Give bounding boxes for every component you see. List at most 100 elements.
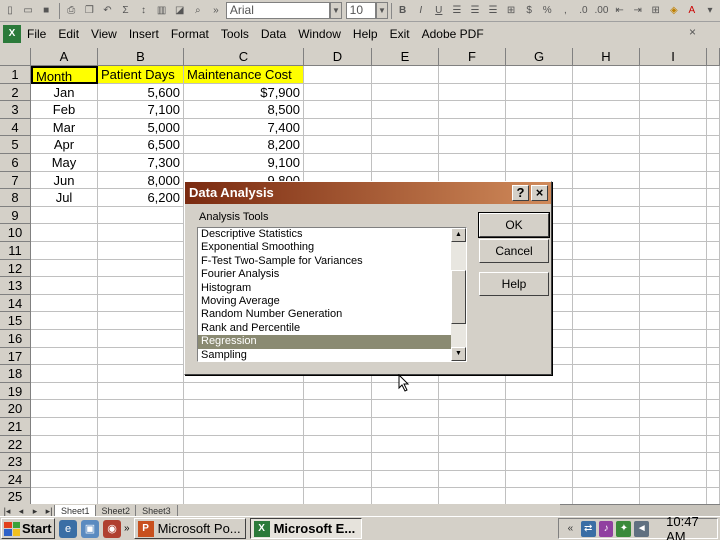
cell[interactable] xyxy=(98,470,184,489)
cell[interactable] xyxy=(31,242,98,260)
cell[interactable]: $7,900 xyxy=(184,83,304,102)
merge-center-icon[interactable]: ⊞ xyxy=(503,3,519,19)
cell[interactable] xyxy=(439,101,506,119)
cell[interactable] xyxy=(506,118,573,137)
menu-view[interactable]: View xyxy=(91,27,117,41)
list-item[interactable]: Rank and Percentile xyxy=(198,322,453,335)
menu-tools[interactable]: Tools xyxy=(221,27,249,41)
autosum-icon[interactable]: Σ xyxy=(117,3,133,19)
cell[interactable] xyxy=(640,136,707,154)
start-button[interactable]: Start xyxy=(1,518,55,539)
scroll-up-icon[interactable]: ▲ xyxy=(451,228,466,242)
cell[interactable] xyxy=(640,312,707,330)
menu-exit[interactable]: Exit xyxy=(390,27,410,41)
menu-adobe-pdf[interactable]: Adobe PDF xyxy=(422,27,484,41)
analysis-tools-list[interactable]: Descriptive Statistics Exponential Smooth… xyxy=(197,227,467,362)
cell[interactable] xyxy=(304,382,372,401)
font-size-dropdown-icon[interactable]: ▼ xyxy=(376,2,388,19)
align-right-icon[interactable]: ☰ xyxy=(485,3,501,19)
scroll-thumb[interactable] xyxy=(451,270,466,324)
list-item[interactable]: Descriptive Statistics xyxy=(198,228,453,241)
decrease-indent-icon[interactable]: ⇤ xyxy=(612,3,628,19)
cell[interactable] xyxy=(439,418,506,436)
task-excel[interactable]: X Microsoft E... xyxy=(249,518,362,539)
save-icon[interactable]: ■ xyxy=(38,3,54,19)
row-header[interactable]: 10 xyxy=(0,224,31,242)
cell[interactable] xyxy=(372,66,439,84)
cell[interactable]: May xyxy=(31,154,98,172)
cell[interactable] xyxy=(304,400,372,418)
column-header-b[interactable]: B xyxy=(98,48,184,66)
comma-icon[interactable]: , xyxy=(557,3,573,19)
column-header-a[interactable]: A xyxy=(31,48,98,66)
cell[interactable] xyxy=(31,400,98,418)
cell[interactable] xyxy=(640,347,707,366)
cell[interactable]: Jul xyxy=(31,189,98,207)
next-sheet-icon[interactable]: ▸ xyxy=(28,506,42,517)
cell[interactable] xyxy=(506,470,573,489)
row-header[interactable]: 6 xyxy=(0,154,31,172)
cell[interactable] xyxy=(439,66,506,84)
cell[interactable]: 5,600 xyxy=(98,83,184,102)
cell[interactable] xyxy=(506,154,573,172)
cell[interactable] xyxy=(98,242,184,260)
cell[interactable] xyxy=(707,66,720,84)
cell[interactable] xyxy=(304,470,372,489)
cell[interactable] xyxy=(98,312,184,330)
cell[interactable] xyxy=(707,277,720,295)
cell[interactable] xyxy=(439,453,506,471)
cell[interactable] xyxy=(640,206,707,225)
clock[interactable]: 10:47 AM xyxy=(666,514,717,540)
cell[interactable] xyxy=(184,400,304,418)
menu-data[interactable]: Data xyxy=(261,27,286,41)
align-left-icon[interactable]: ☰ xyxy=(449,3,465,19)
cell[interactable] xyxy=(304,83,372,102)
tray-volume-icon[interactable]: ◄ xyxy=(634,520,650,537)
cell[interactable] xyxy=(439,83,506,102)
row-header[interactable]: 2 xyxy=(0,83,31,102)
cell[interactable] xyxy=(640,66,707,84)
drawing-icon[interactable]: ◪ xyxy=(172,3,188,19)
cell[interactable] xyxy=(304,418,372,436)
menu-insert[interactable]: Insert xyxy=(129,27,159,41)
cell[interactable] xyxy=(31,382,98,401)
cell[interactable] xyxy=(304,136,372,154)
cell[interactable] xyxy=(707,189,720,207)
row-header[interactable]: 21 xyxy=(0,418,31,436)
cell[interactable] xyxy=(31,435,98,454)
align-center-icon[interactable]: ☰ xyxy=(467,3,483,19)
show-desktop-icon[interactable]: ▣ xyxy=(81,519,99,538)
cell[interactable] xyxy=(707,418,720,436)
menu-format[interactable]: Format xyxy=(171,27,209,41)
cell[interactable] xyxy=(31,330,98,348)
close-icon[interactable]: × xyxy=(531,185,548,201)
cell[interactable] xyxy=(707,259,720,278)
cell[interactable] xyxy=(506,435,573,454)
cancel-button[interactable]: Cancel xyxy=(479,239,549,263)
cell[interactable] xyxy=(31,347,98,366)
cell[interactable] xyxy=(573,365,640,383)
cell[interactable] xyxy=(640,382,707,401)
cell[interactable] xyxy=(707,206,720,225)
toolbar-options-icon[interactable]: » xyxy=(208,3,224,19)
row-header[interactable]: 9 xyxy=(0,206,31,225)
cell[interactable] xyxy=(640,470,707,489)
tray-app-icon[interactable]: ♪ xyxy=(598,520,614,537)
cell[interactable] xyxy=(98,365,184,383)
menu-edit[interactable]: Edit xyxy=(58,27,79,41)
list-item[interactable]: Exponential Smoothing xyxy=(198,241,453,254)
cell[interactable] xyxy=(707,154,720,172)
cell[interactable] xyxy=(506,136,573,154)
close-workbook-icon[interactable]: × xyxy=(689,25,696,39)
cell[interactable] xyxy=(573,224,640,242)
cell[interactable] xyxy=(439,470,506,489)
cell[interactable] xyxy=(707,453,720,471)
cell[interactable] xyxy=(573,83,640,102)
list-item[interactable]: Random Number Generation xyxy=(198,308,453,321)
tray-security-icon[interactable]: ✦ xyxy=(616,520,632,537)
cell[interactable]: Jan xyxy=(31,83,98,102)
cell[interactable] xyxy=(31,294,98,313)
help-button[interactable]: Help xyxy=(479,272,549,296)
cell[interactable]: 5,000 xyxy=(98,118,184,137)
cell[interactable] xyxy=(31,277,98,295)
